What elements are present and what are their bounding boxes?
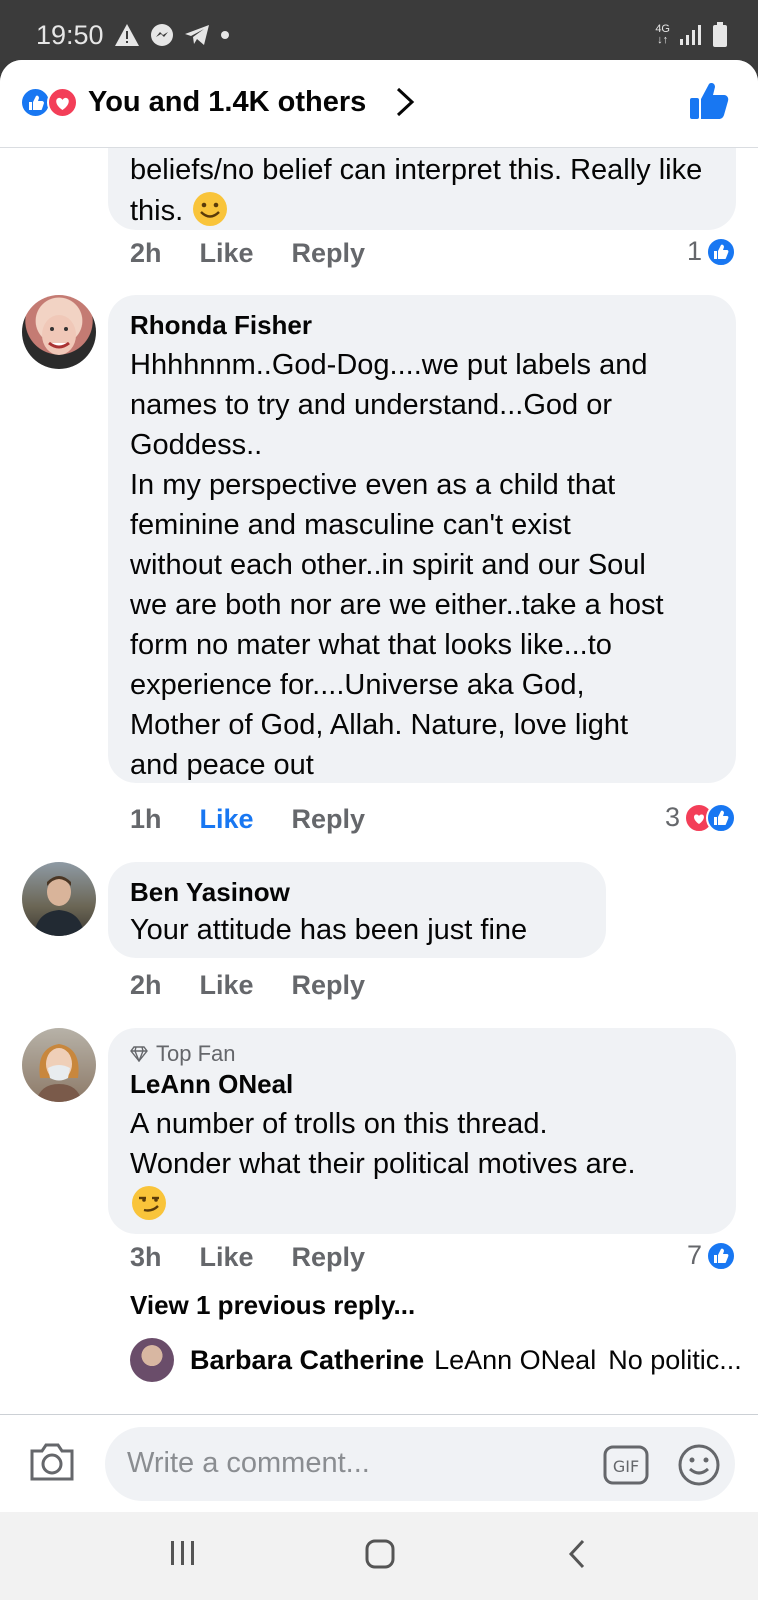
battery-icon [713, 22, 727, 47]
comment-actions: 2h Like Reply [130, 238, 365, 269]
status-bar: 19:50 4G ↓↑ [0, 0, 758, 62]
reply-button[interactable]: Reply [292, 970, 366, 1001]
comment-actions: 2h Like Reply [130, 970, 365, 1001]
view-previous-replies[interactable]: View 1 previous reply... [130, 1290, 415, 1321]
diamond-icon [130, 1046, 148, 1062]
chevron-right-icon[interactable] [394, 85, 416, 119]
like-button[interactable]: Like [200, 970, 254, 1001]
comment-list: beliefs/no belief can interpret this. Re… [0, 148, 758, 1423]
svg-text:GIF: GIF [613, 1457, 639, 1476]
comment-text: Hhhhnnm..God-Dog....we put labels and na… [130, 349, 664, 781]
avatar[interactable] [22, 295, 96, 369]
smirking-face-emoji-icon [132, 1186, 166, 1220]
like-button[interactable]: Like [200, 1242, 254, 1273]
reaction-stack[interactable] [20, 87, 80, 119]
top-fan-badge: Top Fan [130, 1040, 714, 1068]
comment-composer: Write a comment... GIF [0, 1414, 758, 1512]
comment-time: 2h [130, 238, 162, 268]
messenger-icon [151, 24, 173, 46]
reaction-count[interactable]: 7 [687, 1240, 736, 1271]
camera-icon[interactable] [28, 1439, 76, 1483]
like-reaction-icon [706, 802, 736, 833]
comments-sheet: You and 1.4K others beliefs/no belief ca… [0, 60, 758, 1511]
emoji-picker-icon[interactable] [677, 1443, 721, 1487]
smiling-face-emoji-icon [193, 192, 228, 226]
reply-button[interactable]: Reply [292, 804, 366, 835]
reaction-count[interactable]: 3 [665, 802, 736, 833]
reply-button[interactable]: Reply [292, 238, 366, 269]
like-reaction-icon [706, 1240, 736, 1271]
like-thumb-icon[interactable] [688, 80, 730, 122]
reply-preview[interactable]: Barbara Catherine LeAnn ONeal No politic… [130, 1338, 742, 1382]
comment-bubble: Top Fan LeAnn ONeal A number of trolls o… [108, 1028, 736, 1234]
comment-text: Your attitude has been just fine [130, 914, 528, 946]
reply-button[interactable]: Reply [292, 1242, 366, 1273]
telegram-icon [185, 25, 209, 45]
reactions-summary[interactable]: You and 1.4K others [88, 86, 366, 119]
recent-apps-icon[interactable] [168, 1538, 198, 1568]
dot-icon [221, 31, 229, 39]
avatar[interactable] [130, 1338, 174, 1382]
comment-bubble: beliefs/no belief can interpret this. Re… [108, 148, 736, 230]
home-icon[interactable] [364, 1538, 396, 1570]
warning-icon [115, 24, 139, 46]
system-navigation-bar [0, 1512, 758, 1600]
love-reaction-icon [47, 87, 78, 118]
comment-input[interactable]: Write a comment... GIF [105, 1427, 735, 1501]
comment-author[interactable]: LeAnn ONeal [130, 1068, 714, 1100]
signal-icon [680, 25, 701, 45]
like-button[interactable]: Like [200, 804, 254, 835]
status-time: 19:50 [36, 20, 104, 50]
reaction-count[interactable]: 1 [687, 236, 736, 267]
reactions-header: You and 1.4K others [0, 60, 758, 148]
like-button[interactable]: Like [200, 238, 254, 269]
reply-text: No politic... [608, 1344, 742, 1375]
back-icon[interactable] [566, 1538, 588, 1570]
reply-author[interactable]: Barbara Catherine [190, 1345, 424, 1376]
avatar[interactable] [22, 1028, 96, 1102]
like-reaction-icon [706, 236, 736, 267]
comment-author[interactable]: Ben Yasinow [130, 876, 584, 908]
comment-text: A number of trolls on this thread. Wonde… [130, 1104, 714, 1225]
gif-icon[interactable]: GIF [603, 1445, 649, 1485]
comment-input-placeholder: Write a comment... [127, 1447, 370, 1479]
comment-actions: 1h Like Reply [130, 804, 365, 835]
comment-time: 1h [130, 804, 162, 834]
comment-time: 3h [130, 1242, 162, 1272]
reply-mention[interactable]: LeAnn ONeal [434, 1345, 596, 1376]
avatar[interactable] [22, 862, 96, 936]
comment-time: 2h [130, 970, 162, 1000]
network-indicator: 4G ↓↑ [655, 23, 670, 46]
comment-author[interactable]: Rhonda Fisher [130, 309, 714, 341]
comment-actions: 3h Like Reply [130, 1242, 365, 1273]
comment-bubble: Ben Yasinow Your attitude has been just … [108, 862, 606, 958]
comment-bubble: Rhonda Fisher Hhhhnnm..God-Dog....we put… [108, 295, 736, 783]
